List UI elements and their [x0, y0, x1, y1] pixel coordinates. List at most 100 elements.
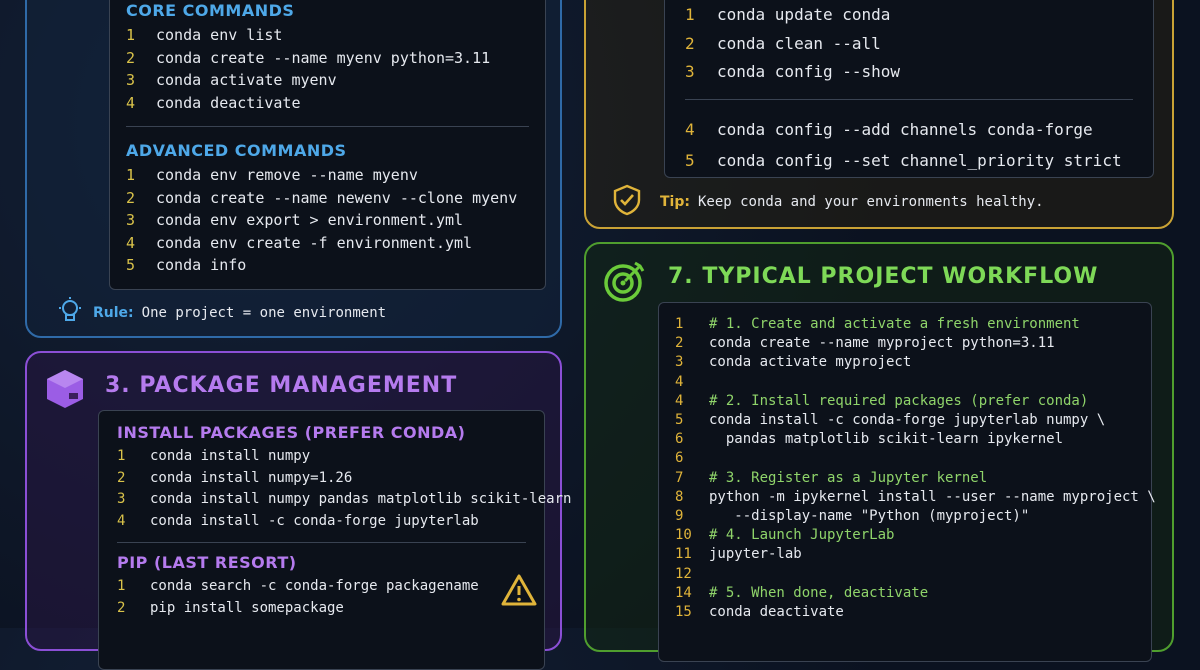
code-text: conda env create -f environment.yml — [156, 233, 473, 252]
tip-text: Keep conda and your environments healthy… — [697, 194, 1044, 210]
line-number: 1 — [117, 578, 126, 594]
divider — [685, 98, 1133, 100]
code-text: conda create --name myenv python=3.11 — [156, 48, 491, 67]
line-number: 3 — [126, 211, 136, 229]
code-comment: # 1. Create and activate a fresh environ… — [709, 316, 1080, 332]
code-line: 3 conda activate myenv — [126, 69, 529, 92]
code-line: 3 conda activate myproject — [675, 353, 1139, 372]
code-comment: # 4. Launch JupyterLab — [709, 527, 895, 544]
code-text: conda info — [156, 256, 247, 274]
code-line: 4 conda config --add channels conda-forge — [685, 114, 1133, 145]
line-number: 3 — [675, 354, 684, 371]
code-line: 4 conda deactivate — [126, 92, 529, 115]
lightbulb-icon — [55, 296, 85, 330]
line-number: 1 — [117, 448, 126, 464]
line-number: 4 — [675, 392, 684, 409]
code-line: 12 — [675, 565, 1139, 584]
code-text: conda install numpy — [150, 448, 311, 464]
line-number: 15 — [675, 604, 692, 621]
line-number: 2 — [117, 599, 126, 616]
code-line: 10 # 4. Launch JupyterLab — [675, 526, 1139, 545]
line-number: 8 — [675, 488, 684, 505]
code-line: 2 conda create --name myenv python=3.11 — [126, 47, 529, 70]
code-line: 9 --display-name "Python (myproject)" — [675, 507, 1139, 526]
workflow-lines: 1 # 1. Create and activate a fresh enviro… — [675, 315, 1156, 622]
divider — [126, 126, 529, 127]
code-line: 6 pandas matplotlib scikit-learn ipykern… — [675, 430, 1139, 449]
code-line: 3 conda config --show — [685, 58, 1133, 87]
code-text: conda env remove --name myenv — [156, 166, 418, 184]
code-text: conda config --show — [717, 62, 901, 81]
tip-label: Tip: — [660, 194, 690, 210]
line-number: 3 — [685, 62, 695, 81]
code-line: 4 conda install -c conda-forge jupyterlab — [117, 511, 526, 533]
line-number: 10 — [675, 527, 692, 544]
code-text: conda search -c conda-forge packagename — [150, 578, 479, 594]
code-line: 8 python -m ipykernel install --user --na… — [675, 488, 1156, 507]
code-line: 2 conda create --name newenv --clone myen… — [126, 187, 529, 210]
code-text: conda activate myenv — [156, 71, 337, 89]
line-number: 6 — [675, 431, 684, 448]
line-number: 7 — [675, 469, 684, 486]
code-text: --display-name "Python (myproject)" — [709, 508, 1030, 525]
package-code-block: INSTALL PACKAGES (PREFER CONDA) 1 conda i… — [98, 410, 571, 670]
code-text: pip install somepackage — [150, 599, 344, 616]
code-line: 4 # 2. Install required packages (prefer … — [675, 392, 1139, 411]
line-number: 2 — [126, 48, 136, 67]
core-commands-list: 1 conda env list 2 conda create --name myen… — [126, 24, 529, 114]
maintenance-list-b: 4 conda config --add channels conda-forge… — [685, 114, 1133, 176]
tip-footer: Tip: Keep conda and your environments he… — [612, 184, 1044, 220]
line-number: 11 — [675, 546, 692, 563]
pip-title: PIP (LAST RESORT) — [117, 553, 297, 572]
code-text: pandas matplotlib scikit-learn ipykernel — [709, 431, 1064, 448]
maintenance-list-a: 1 conda update conda 2 conda clean --all 3 co… — [685, 1, 1133, 87]
shield-check-icon — [612, 184, 642, 220]
line-number: 1 — [126, 26, 136, 44]
code-line: 2 conda clean --all — [685, 30, 1133, 59]
line-number: 2 — [117, 469, 126, 486]
code-line: 5 conda install -c conda-forge jupyterlab… — [675, 411, 1139, 430]
code-text: conda create --name newenv --clone myenv — [156, 188, 518, 207]
warning-icon — [501, 573, 537, 611]
code-text: conda clean --all — [717, 33, 881, 53]
code-line: 5 conda info — [126, 254, 529, 277]
line-number: 1 — [675, 316, 684, 332]
code-line: 2 conda create --name myproject python=3.… — [675, 334, 1139, 353]
line-number: 2 — [126, 188, 136, 207]
environment-panel: CORE COMMANDS 1 conda env list 2 conda crea… — [25, 0, 562, 338]
code-line: 6 — [675, 449, 1139, 468]
code-line: 3 conda env export > environment.yml — [126, 209, 529, 232]
line-number: 5 — [675, 412, 684, 429]
line-number: 9 — [675, 508, 684, 525]
code-line: 1 # 1. Create and activate a fresh enviro… — [675, 315, 1139, 334]
line-number: 4 — [117, 512, 126, 529]
line-number: 1 — [685, 5, 695, 24]
line-number: 14 — [675, 584, 692, 601]
advanced-commands-title: ADVANCED COMMANDS — [126, 141, 347, 160]
code-text: conda deactivate — [709, 604, 844, 621]
code-line: 2 pip install somepackage — [117, 598, 526, 620]
rule-footer: Rule: One project = one environment — [55, 296, 386, 330]
code-comment: # 2. Install required packages (prefer c… — [709, 392, 1089, 409]
code-comment: # 3. Register as a Jupyter kernel — [709, 469, 988, 486]
code-text: conda install -c conda-forge jupyterlab … — [709, 412, 1106, 429]
code-comment: # 5. When done, deactivate — [709, 584, 929, 601]
code-text: python -m ipykernel install --user --nam… — [709, 488, 1156, 505]
rule-label: Rule: — [93, 305, 134, 321]
code-line: 1 conda install numpy — [117, 446, 526, 468]
core-commands-title: CORE COMMANDS — [126, 1, 295, 20]
env-code-block: CORE COMMANDS 1 conda env list 2 conda crea… — [109, 0, 546, 290]
maintenance-panel: 1 conda update conda 2 conda clean --all 3 co… — [584, 0, 1174, 229]
package-management-title: 3. PACKAGE MANAGEMENT — [105, 373, 458, 398]
code-line: 7 # 3. Register as a Jupyter kernel — [675, 469, 1139, 488]
workflow-title: 7. TYPICAL PROJECT WORKFLOW — [668, 264, 1099, 289]
code-line: 14 # 5. When done, deactivate — [675, 584, 1139, 603]
line-number: 2 — [685, 33, 695, 53]
code-line: 1 conda env remove --name myenv — [126, 164, 529, 187]
line-number: 3 — [117, 491, 126, 507]
line-number: 5 — [126, 256, 136, 274]
code-text: conda install numpy pandas matplotlib sc… — [150, 491, 572, 507]
line-number: 3 — [126, 71, 136, 89]
code-text: conda deactivate — [156, 93, 301, 112]
code-line: 15 conda deactivate — [675, 603, 1139, 622]
